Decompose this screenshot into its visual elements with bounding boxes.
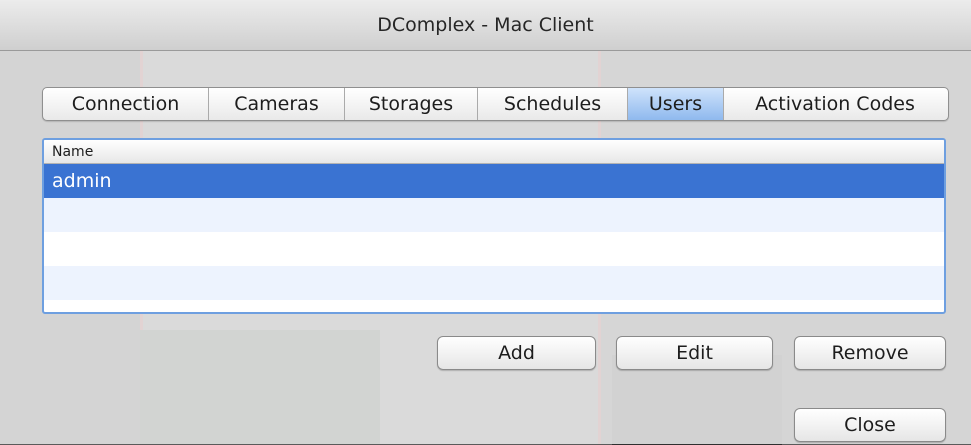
- close-button[interactable]: Close: [794, 408, 946, 442]
- tab-schedules[interactable]: Schedules: [478, 88, 628, 120]
- tab-users[interactable]: Users: [628, 88, 724, 120]
- table-row: [44, 198, 944, 232]
- table-header[interactable]: Name: [44, 140, 944, 164]
- table-row: [44, 232, 944, 266]
- tab-connection[interactable]: Connection: [43, 88, 209, 120]
- users-table[interactable]: Name admin: [42, 138, 946, 314]
- edit-button[interactable]: Edit: [616, 336, 773, 370]
- table-row[interactable]: admin: [44, 164, 944, 198]
- window-title: DComplex - Mac Client: [377, 14, 594, 36]
- table-row: [44, 266, 944, 300]
- add-button[interactable]: Add: [437, 336, 596, 370]
- title-bar: DComplex - Mac Client: [0, 0, 971, 51]
- tab-activation-codes[interactable]: Activation Codes: [724, 88, 946, 120]
- tab-cameras[interactable]: Cameras: [209, 88, 345, 120]
- user-name-cell: admin: [52, 170, 112, 192]
- tab-storages[interactable]: Storages: [345, 88, 478, 120]
- column-header-name: Name: [52, 143, 94, 160]
- settings-tab-bar: Connection Cameras Storages Schedules Us…: [42, 87, 949, 121]
- remove-button[interactable]: Remove: [794, 336, 946, 370]
- users-settings-sheet: DComplex - Mac Client Connection Cameras…: [0, 0, 971, 444]
